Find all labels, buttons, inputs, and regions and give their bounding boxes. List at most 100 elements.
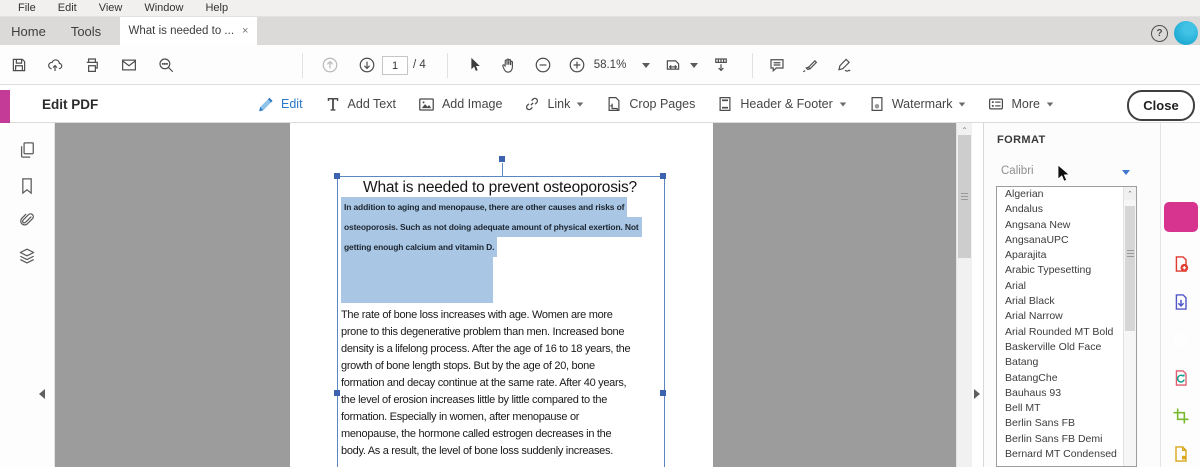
font-option[interactable]: Batang bbox=[997, 355, 1136, 370]
zoom-in-icon[interactable] bbox=[568, 56, 586, 74]
add-image-label: Add Image bbox=[441, 97, 503, 111]
format-panel-icon[interactable] bbox=[1171, 330, 1191, 350]
close-button[interactable]: Close bbox=[1127, 90, 1195, 121]
add-image-button[interactable]: Add Image bbox=[417, 95, 502, 114]
upload-cloud-icon[interactable] bbox=[46, 56, 64, 74]
comment-icon[interactable] bbox=[768, 56, 786, 74]
tab-close-icon[interactable]: × bbox=[242, 25, 248, 37]
font-family-select[interactable]: Calibri bbox=[1001, 165, 1034, 177]
zoom-out-icon[interactable] bbox=[534, 56, 552, 74]
font-option[interactable]: Andalus bbox=[997, 202, 1136, 217]
font-option[interactable]: Arial Black bbox=[997, 294, 1136, 309]
menu-item[interactable]: File bbox=[7, 2, 47, 14]
previous-page-icon[interactable] bbox=[321, 56, 339, 74]
page-thumbnails-icon[interactable] bbox=[17, 140, 37, 160]
convert-pdf-icon[interactable] bbox=[1171, 292, 1191, 312]
organize-pages-icon[interactable] bbox=[1171, 406, 1191, 426]
link-button[interactable]: Link bbox=[523, 95, 584, 113]
watermark-icon bbox=[871, 97, 883, 111]
font-option[interactable]: Bauhaus 93 bbox=[997, 386, 1136, 401]
selection-handle-mid-right[interactable] bbox=[660, 390, 666, 396]
hand-tool-icon[interactable] bbox=[499, 56, 517, 74]
menu-item[interactable]: View bbox=[88, 2, 134, 14]
font-list-scroll-up-icon[interactable]: ⌃ bbox=[1124, 187, 1136, 200]
select-tool-icon[interactable] bbox=[465, 56, 483, 74]
left-sidebar bbox=[0, 123, 55, 467]
more-button[interactable]: More bbox=[987, 95, 1054, 113]
next-page-icon[interactable] bbox=[358, 56, 376, 74]
document-text-line: formation. Especially in women, after me… bbox=[341, 411, 580, 423]
layers-icon[interactable] bbox=[17, 245, 37, 265]
collapse-sidebar-arrow[interactable] bbox=[39, 389, 45, 399]
font-option[interactable]: BatangChe bbox=[997, 371, 1136, 386]
bookmarks-icon[interactable] bbox=[17, 176, 37, 196]
highlighter-icon[interactable] bbox=[801, 56, 819, 74]
search-more-icon[interactable] bbox=[157, 56, 175, 74]
create-pdf-icon[interactable] bbox=[1171, 254, 1191, 274]
font-option[interactable]: Arial Narrow bbox=[997, 309, 1136, 324]
document-heading[interactable]: What is needed to prevent osteoporosis? bbox=[337, 179, 663, 197]
highlighted-text-line[interactable]: In addition to aging and menopause, ther… bbox=[341, 197, 628, 217]
font-list-scrollbar[interactable]: ⌃ bbox=[1123, 187, 1136, 466]
help-icon[interactable]: ? bbox=[1151, 25, 1168, 42]
page-number-input[interactable]: 1 bbox=[382, 56, 408, 75]
tab-tools[interactable]: Tools bbox=[57, 17, 115, 45]
document-scrollbar-thumb[interactable] bbox=[958, 135, 971, 258]
edit-mode-button[interactable]: Edit bbox=[256, 95, 303, 114]
selection-handle-mid-left[interactable] bbox=[334, 390, 340, 396]
font-option[interactable]: Aparajita bbox=[997, 248, 1136, 263]
menu-item[interactable]: Edit bbox=[47, 2, 88, 14]
menu-item[interactable]: Help bbox=[194, 2, 239, 14]
highlighted-paragraph[interactable]: In addition to aging and menopause, ther… bbox=[341, 197, 642, 257]
page-total-label: / 4 bbox=[413, 59, 426, 71]
edit-tools-group: Edit Add Text Add Image Link Crop Pages … bbox=[256, 85, 1054, 123]
highlighted-text-line[interactable]: getting enough calcium and vitamin D. bbox=[341, 237, 498, 257]
font-select-caret-icon[interactable] bbox=[1122, 170, 1130, 175]
highlighted-text-line[interactable]: osteoporosis. Such as not doing adequate… bbox=[341, 217, 642, 237]
fit-page-caret-icon[interactable] bbox=[690, 63, 698, 68]
ocr-icon[interactable] bbox=[1171, 368, 1191, 388]
document-text-line: body. As a result, the level of bone los… bbox=[341, 445, 613, 457]
toolbar-separator bbox=[752, 53, 753, 78]
text-icon bbox=[327, 98, 338, 111]
email-icon[interactable] bbox=[120, 56, 138, 74]
tab-document[interactable]: What is needed to ... × bbox=[120, 17, 257, 45]
tab-home[interactable]: Home bbox=[0, 17, 57, 45]
font-option[interactable]: Arial bbox=[997, 279, 1136, 294]
account-avatar[interactable] bbox=[1174, 21, 1198, 45]
crop-pages-button[interactable]: Crop Pages bbox=[605, 95, 695, 113]
font-option[interactable]: Berlin Sans FB Demi bbox=[997, 432, 1136, 447]
font-list-dropdown[interactable]: Algerian Andalus Angsana New AngsanaUPC Apar… bbox=[996, 186, 1137, 467]
watermark-button[interactable]: Watermark bbox=[868, 95, 967, 113]
print-icon[interactable] bbox=[83, 56, 101, 74]
font-option[interactable]: Baskerville Old Face bbox=[997, 340, 1136, 355]
attachments-icon[interactable] bbox=[17, 210, 37, 230]
font-option[interactable]: Berlin Sans FB bbox=[997, 416, 1136, 431]
expand-panel-arrow[interactable] bbox=[974, 389, 980, 399]
add-text-button[interactable]: Add Text bbox=[324, 95, 396, 113]
menu-item[interactable]: Window bbox=[133, 2, 194, 14]
font-option[interactable]: Algerian bbox=[997, 187, 1136, 202]
document-viewer[interactable]: What is needed to prevent osteoporosis? … bbox=[55, 123, 956, 467]
zoom-level-caret-icon[interactable] bbox=[642, 63, 650, 68]
sign-pen-icon[interactable] bbox=[836, 56, 854, 74]
selection-rotate-handle[interactable] bbox=[499, 156, 505, 162]
document-paragraph[interactable]: The rate of bone loss increases with age… bbox=[341, 307, 631, 460]
edit-document-icon[interactable] bbox=[1171, 444, 1191, 464]
font-option[interactable]: Arabic Typesetting bbox=[997, 263, 1136, 278]
header-footer-button[interactable]: Header & Footer bbox=[716, 95, 847, 113]
toolbar-separator bbox=[447, 53, 448, 78]
font-option[interactable]: AngsanaUPC bbox=[997, 233, 1136, 248]
font-list-scrollbar-thumb[interactable] bbox=[1125, 206, 1135, 331]
document-scrollbar[interactable]: ⌃ bbox=[956, 123, 972, 467]
font-option[interactable]: Bell MT bbox=[997, 401, 1136, 416]
fit-width-icon[interactable] bbox=[712, 56, 730, 74]
font-option[interactable]: Bernard MT Condensed bbox=[997, 447, 1136, 462]
highlight-selection-block[interactable] bbox=[341, 257, 493, 303]
active-tool-background bbox=[1164, 202, 1198, 232]
save-icon[interactable] bbox=[10, 56, 28, 74]
font-option[interactable]: Arial Rounded MT Bold bbox=[997, 325, 1136, 340]
font-option[interactable]: Angsana New bbox=[997, 218, 1136, 233]
fit-page-icon[interactable] bbox=[664, 56, 682, 74]
zoom-level-value[interactable]: 58.1% bbox=[590, 59, 630, 71]
